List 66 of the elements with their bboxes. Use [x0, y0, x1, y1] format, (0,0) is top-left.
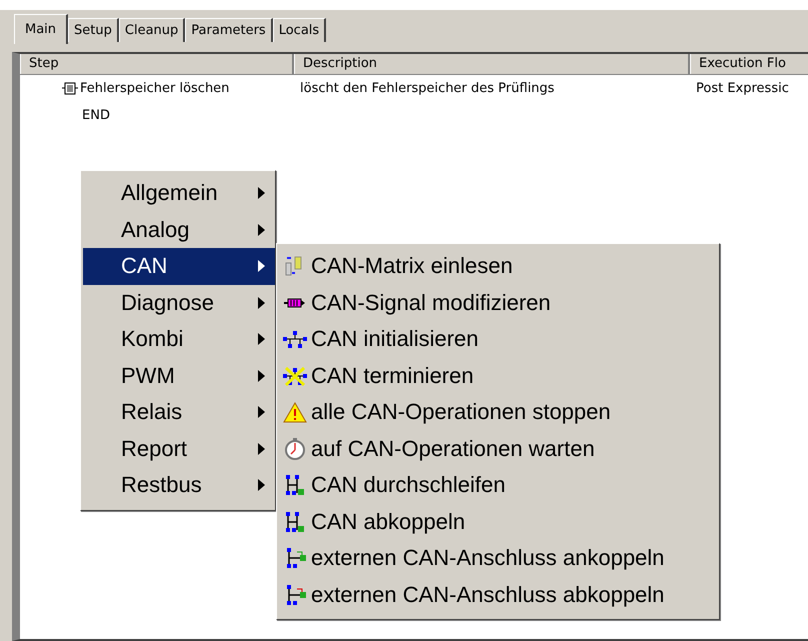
menu-item-label: PWM	[121, 362, 176, 389]
menu-item-label: CAN durchschleifen	[311, 472, 506, 498]
table-cell: Fehlerspeicher löschen	[80, 81, 230, 96]
network-cross-icon	[283, 364, 307, 387]
submenu-arrow-icon	[258, 224, 265, 236]
menu-item[interactable]: Report	[83, 430, 275, 467]
column-header[interactable]: Execution Flo	[690, 54, 808, 74]
column-header[interactable]: Description	[294, 54, 690, 74]
menu-item[interactable]: Relais	[83, 394, 275, 430]
submenu-arrow-icon	[258, 442, 265, 455]
menu-item-label: externen CAN-Anschluss ankoppeln	[311, 545, 664, 572]
submenu-arrow-icon	[258, 370, 265, 382]
menu-item[interactable]: Kombi	[83, 321, 275, 358]
menu-item-label: Report	[121, 436, 188, 462]
grid-icon	[283, 474, 307, 496]
menu-item[interactable]: Diagnose	[83, 284, 275, 321]
submenu-arrow-icon	[258, 296, 265, 309]
menu-item-label: Analog	[121, 216, 191, 243]
tab[interactable]: Cleanup	[118, 18, 186, 42]
menu-item[interactable]: PWM	[83, 358, 275, 394]
table-cell-text: Post Expressic	[695, 81, 789, 96]
menu-item-label: auf CAN-Operationen warten	[311, 436, 595, 462]
menu-item[interactable]: CAN durchschleifen	[283, 467, 719, 504]
tab[interactable]: Parameters	[185, 18, 273, 42]
table-cell-text: löscht den Fehlerspeicher des Prüflings	[299, 81, 556, 96]
tab[interactable]: Locals	[272, 18, 326, 42]
menu-item-label: alle CAN-Operationen stoppen	[311, 399, 611, 426]
menu-item-label: CAN-Signal modifizieren	[311, 290, 551, 316]
menu-item[interactable]: Allgemein	[83, 175, 275, 212]
menu-item-label: externen CAN-Anschluss abkoppeln	[311, 582, 664, 608]
stopwatch-icon	[283, 438, 307, 460]
menu-item[interactable]: CAN-Signal modifizieren	[283, 284, 719, 321]
menu-item[interactable]: CAN initialisieren	[283, 321, 719, 358]
warning-icon	[283, 401, 307, 424]
submenu-arrow-icon	[258, 260, 265, 272]
submenu-arrow-icon	[258, 479, 265, 492]
submenu-arrow-icon	[258, 333, 265, 346]
submenu-arrow-icon	[258, 406, 265, 418]
tab[interactable]: Main	[14, 14, 68, 44]
menu-item-label: Restbus	[121, 472, 203, 498]
step-icon	[62, 82, 78, 96]
menu-item-label: Relais	[121, 399, 184, 426]
menu-item-label: CAN abkoppeln	[311, 508, 466, 535]
submenu-arrow-icon	[258, 187, 265, 200]
menu-item[interactable]: Analog	[83, 212, 275, 248]
menu-item[interactable]: externen CAN-Anschluss ankoppeln	[283, 540, 719, 576]
menu-item-label: CAN	[121, 253, 168, 280]
menu-item-label: Allgemein	[121, 180, 219, 206]
menu-item-label: CAN initialisieren	[311, 326, 479, 352]
menu-item-label: Kombi	[121, 326, 184, 352]
menu-item-label: CAN terminieren	[311, 362, 474, 389]
menu-item[interactable]: CAN	[83, 248, 275, 284]
menu-item[interactable]: auf CAN-Operationen warten	[283, 430, 719, 467]
menu-item-label: CAN-Matrix einlesen	[311, 253, 513, 280]
menu-item[interactable]: externen CAN-Anschluss abkoppeln	[283, 576, 719, 613]
menu-item[interactable]: alle CAN-Operationen stoppen	[283, 394, 719, 430]
network-icon	[283, 328, 307, 350]
menu-item[interactable]: CAN terminieren	[283, 358, 719, 394]
tab[interactable]: Setup	[68, 18, 119, 42]
column-header[interactable]: Step	[20, 54, 294, 74]
menu-item-label: Diagnose	[121, 290, 215, 316]
menu-item[interactable]: CAN-Matrix einlesen	[283, 248, 719, 284]
menu-item[interactable]: Restbus	[83, 467, 275, 504]
table-cell: END	[82, 108, 110, 123]
grid-icon	[283, 510, 307, 533]
menu-item[interactable]: CAN abkoppeln	[283, 504, 719, 540]
